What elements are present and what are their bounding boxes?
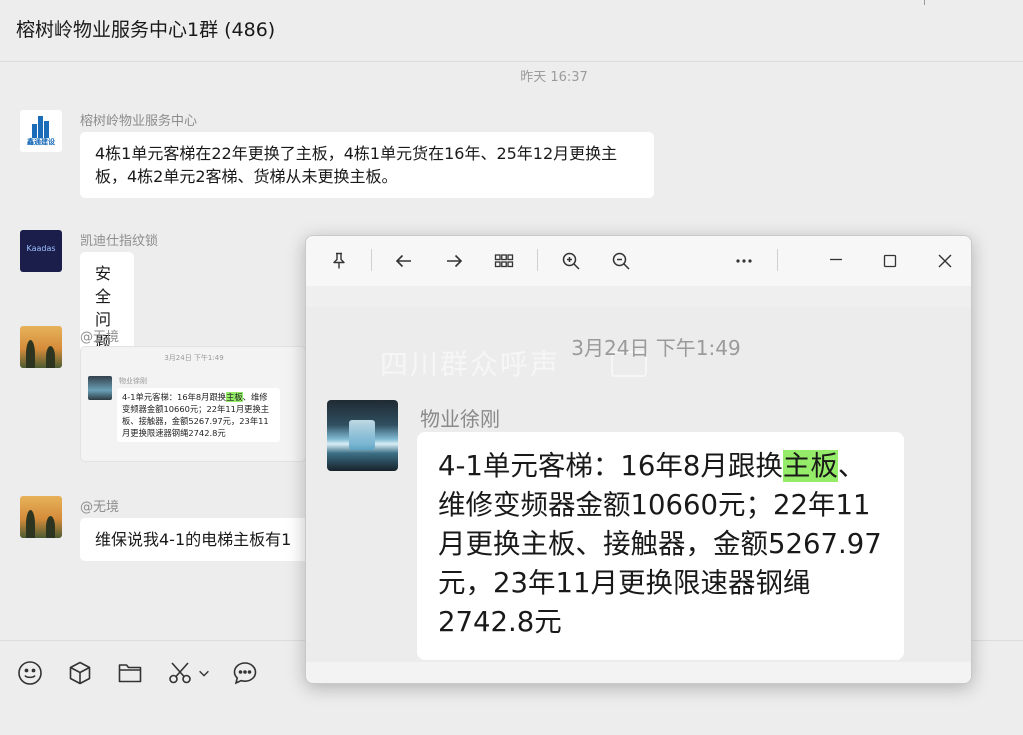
chat-title[interactable]: 榕树岭物业服务中心1群 (486) bbox=[16, 15, 275, 42]
message-bubble[interactable]: 维保说我4-1的电梯主板有1 bbox=[80, 518, 340, 561]
image-viewer-window[interactable]: 四川群众呼声 3月24日 下午1:49 物业徐刚 4-1单元客梯：16年8月跟换… bbox=[305, 235, 972, 684]
avatar[interactable] bbox=[20, 496, 62, 538]
image-top-strip bbox=[306, 286, 971, 307]
header-divider bbox=[924, 0, 925, 5]
pin-icon[interactable] bbox=[326, 248, 352, 274]
image-sender-name: 物业徐刚 bbox=[420, 407, 500, 431]
viewer-toolbar bbox=[306, 236, 971, 286]
image-sender-avatar bbox=[327, 400, 398, 471]
avatar[interactable]: 鑫通建设 bbox=[20, 110, 62, 152]
folder-icon[interactable] bbox=[116, 659, 144, 687]
sender-name: 榕树岭物业服务中心 bbox=[80, 114, 198, 129]
avatar[interactable] bbox=[20, 326, 62, 368]
image-bottom-strip bbox=[306, 662, 971, 683]
toolbar-separator bbox=[777, 249, 778, 271]
minimize-icon[interactable] bbox=[823, 248, 849, 274]
close-icon[interactable] bbox=[932, 248, 958, 274]
chat-bubble-icon[interactable] bbox=[231, 659, 259, 687]
scissors-icon[interactable] bbox=[166, 659, 194, 687]
chat-header: 榕树岭物业服务中心1群 (486) bbox=[0, 0, 1023, 62]
viewer-image[interactable]: 四川群众呼声 3月24日 下午1:49 物业徐刚 4-1单元客梯：16年8月跟换… bbox=[306, 307, 971, 662]
message-timestamp: 昨天 16:37 bbox=[520, 70, 588, 85]
message-bubble[interactable]: 4栋1单元客梯在22年更换了主板，4栋1单元货在16年、25年12月更换主板，4… bbox=[80, 132, 654, 198]
image-timestamp: 3月24日 下午1:49 bbox=[571, 336, 741, 360]
sender-name: 凯迪仕指纹锁 bbox=[80, 234, 159, 249]
image-thumbnail[interactable]: 3月24日 下午1:49 物业徐刚 4-1单元客梯：16年8月跟换主板、维修变频… bbox=[80, 346, 306, 462]
chevron-down-icon[interactable] bbox=[196, 659, 212, 687]
sender-name: @无境 bbox=[80, 500, 120, 515]
sender-name: @无境 bbox=[80, 330, 120, 345]
forward-arrow-icon[interactable] bbox=[441, 248, 467, 274]
avatar-logo-text: Kaadas bbox=[26, 244, 56, 253]
toolbar-separator bbox=[371, 249, 372, 271]
emoji-icon[interactable] bbox=[16, 659, 44, 687]
maximize-icon[interactable] bbox=[877, 248, 903, 274]
more-icon[interactable] bbox=[731, 248, 757, 274]
back-arrow-icon[interactable] bbox=[391, 248, 417, 274]
zoom-out-icon[interactable] bbox=[608, 248, 634, 274]
avatar-logo-text: 鑫通建设 bbox=[27, 138, 55, 146]
grid-icon[interactable] bbox=[491, 248, 517, 274]
thumbnail-sender: 物业徐刚 bbox=[119, 377, 147, 385]
thumbnail-avatar bbox=[88, 376, 112, 400]
image-message-bubble: 4-1单元客梯：16年8月跟换主板、维修变频器金额10660元；22年11月更换… bbox=[417, 432, 904, 660]
thumbnail-timestamp: 3月24日 下午1:49 bbox=[164, 354, 224, 362]
highlighted-text: 主板 bbox=[782, 450, 838, 482]
thumbnail-bubble: 4-1单元客梯：16年8月跟换主板、维修变频器金额10660元；22年11月更换… bbox=[117, 388, 280, 442]
avatar[interactable]: Kaadas bbox=[20, 230, 62, 272]
cube-icon[interactable] bbox=[66, 659, 94, 687]
zoom-in-icon[interactable] bbox=[558, 248, 584, 274]
toolbar-separator bbox=[537, 249, 538, 271]
